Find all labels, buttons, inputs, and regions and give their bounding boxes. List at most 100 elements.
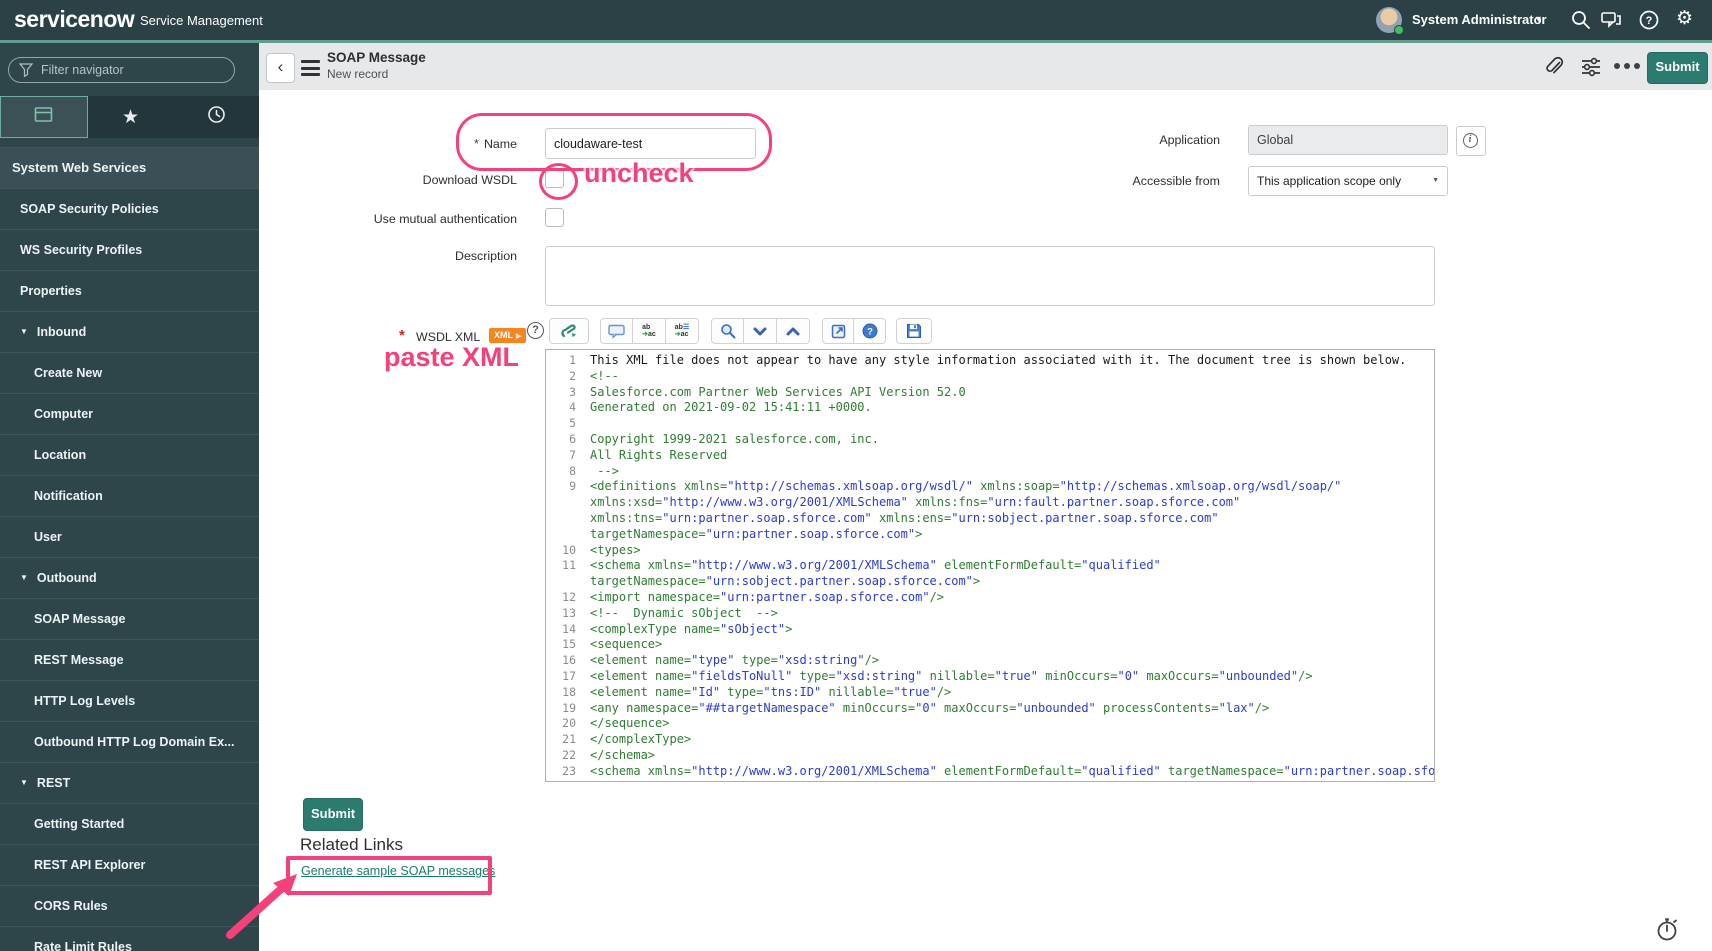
chat-icon[interactable] (1600, 9, 1622, 31)
sidebar-item-label: Outbound (36, 571, 97, 585)
stopwatch-icon[interactable] (1654, 916, 1680, 947)
line-number: 22 (562, 747, 576, 762)
generate-sample-soap-messages-link[interactable]: Generate sample SOAP messages (301, 864, 495, 878)
mutual-auth-checkbox[interactable] (545, 208, 564, 227)
presence-dot (1394, 25, 1404, 35)
line-number: 14 (562, 621, 576, 636)
code-line: 1 This XML file does not appear to have a… (546, 353, 1434, 369)
find-previous-icon[interactable] (777, 318, 810, 344)
find-next-icon[interactable] (744, 318, 777, 344)
code-line: 11 <schema xmlns="http://www.w3.org/2001/… (546, 558, 1434, 574)
help-icon[interactable]: ? (1638, 9, 1660, 31)
line-number: 11 (562, 558, 576, 573)
tab-all-applications[interactable] (0, 96, 88, 138)
code-line: 12 <import namespace="urn:partner.soap.sf… (546, 590, 1434, 606)
line-number: 18 (562, 684, 576, 699)
code-line: 6 Copyright 1999-2021 salesforce.com, inc… (546, 432, 1434, 448)
description-textarea[interactable] (545, 246, 1435, 306)
sidebar-item-ws-security-profiles[interactable]: WS Security Profiles (0, 230, 259, 271)
sidebar-item-inbound[interactable]: ▼ Inbound (0, 312, 259, 353)
code-line: targetNamespace="urn:partner.soap.sforce… (546, 527, 1434, 543)
application-info-button[interactable]: i (1456, 126, 1486, 156)
submit-button-footer[interactable]: Submit (303, 798, 363, 831)
sidebar-item-getting-started[interactable]: Getting Started (0, 804, 259, 845)
code-line: 8 --> (546, 464, 1434, 480)
replace-all-button[interactable]: ab☰ ➔ac (666, 318, 699, 344)
sidebar-item-rest-message[interactable]: REST Message (0, 640, 259, 681)
play-icon: ▶ (516, 333, 522, 340)
download-wsdl-label: Download WSDL (422, 173, 517, 187)
annotation-uncheck-text: uncheck (584, 158, 694, 188)
code-lines: 1 This XML file does not appear to have a… (546, 353, 1434, 780)
line-number: 3 (569, 384, 576, 399)
replace-button[interactable]: ab ➔ac (633, 318, 666, 344)
line-number: 16 (562, 653, 576, 668)
code-line: 3 Salesforce.com Partner Web Services API… (546, 385, 1434, 401)
search-button[interactable] (711, 318, 744, 344)
xml-type-badge: XML ▶ (489, 328, 527, 343)
open-in-window-icon[interactable] (822, 318, 854, 344)
submit-button-header[interactable]: Submit (1647, 52, 1708, 84)
sidebar-item-notification[interactable]: Notification (0, 476, 259, 517)
help-blue-icon[interactable]: ? (854, 318, 886, 344)
sidebar-item-create-new[interactable]: Create New (0, 353, 259, 394)
sidebar-item-properties[interactable]: Properties (0, 271, 259, 312)
line-number: 5 (569, 416, 576, 431)
info-icon: i (1462, 132, 1478, 148)
toggle-comment-button[interactable] (600, 318, 633, 344)
sidebar-item-label: Create New (34, 366, 103, 380)
user-menu[interactable]: System Administrator (1412, 12, 1547, 27)
code-line: 13 <!-- Dynamic sObject --> (546, 606, 1434, 622)
sidebar-item-label: Rate Limit Rules (34, 940, 132, 951)
format-code-button[interactable] (549, 318, 589, 344)
sidebar-item-location[interactable]: Location (0, 435, 259, 476)
gear-icon[interactable]: ⚙ (1676, 7, 1698, 29)
section-collapse-icon[interactable]: ▼ (20, 573, 28, 582)
wsdl-xml-editor[interactable]: 1 This XML file does not appear to have a… (545, 349, 1435, 782)
code-line: 20 </sequence> (546, 716, 1434, 732)
sidebar-item-label: CORS Rules (34, 899, 108, 913)
sidebar-item-computer[interactable]: Computer (0, 394, 259, 435)
tab-history[interactable] (173, 96, 259, 138)
product-name: Service Management (140, 13, 263, 28)
sidebar-item-soap-security-policies[interactable]: SOAP Security Policies (0, 189, 259, 230)
name-input[interactable] (545, 128, 756, 159)
record-subtitle: New record (327, 67, 389, 81)
sidebar-menu: System Web Services SOAP Security Policie… (0, 147, 259, 951)
code-line: 15 <sequence> (546, 637, 1434, 653)
sidebar-item-rest[interactable]: ▼ REST (0, 763, 259, 804)
sidebar-item-soap-message[interactable]: SOAP Message (0, 599, 259, 640)
sidebar-item-label: REST API Explorer (34, 858, 146, 872)
context-menu-icon[interactable] (301, 60, 320, 80)
sidebar-item-user[interactable]: User (0, 517, 259, 558)
editor-help-icon[interactable]: ? (527, 322, 544, 339)
code-line: 16 <element name="type" type="xsd:string"… (546, 653, 1434, 669)
accessible-from-select[interactable]: This application scope only ▼ (1248, 166, 1448, 196)
section-collapse-icon[interactable]: ▼ (20, 327, 28, 336)
save-icon[interactable] (896, 318, 932, 344)
sidebar-item-label: WS Security Profiles (20, 243, 143, 257)
code-line: 21 </complexType> (546, 732, 1434, 748)
sidebar-item-outbound[interactable]: ▼ Outbound (0, 558, 259, 599)
line-number: 1 (569, 353, 576, 367)
code-line: 4 Generated on 2021-09-02 15:41:11 +0000. (546, 400, 1434, 416)
record-title: SOAP Message (327, 50, 426, 65)
section-collapse-icon[interactable]: ▼ (20, 778, 28, 787)
personalize-form-icon[interactable] (1580, 57, 1602, 79)
line-number: 9 (569, 479, 576, 494)
download-wsdl-checkbox[interactable] (545, 169, 564, 188)
back-button[interactable]: ‹ (266, 53, 295, 83)
sidebar-item-label: User (34, 530, 62, 544)
chevron-down-icon[interactable]: ▾ (1536, 14, 1541, 25)
search-icon[interactable] (1570, 9, 1592, 31)
attachment-icon[interactable] (1543, 56, 1565, 78)
code-line: xmlns:tns="urn:partner.soap.sforce.com" … (546, 511, 1434, 527)
line-number (546, 495, 582, 511)
line-number: 12 (562, 589, 576, 604)
sidebar-item-http-log-levels[interactable]: HTTP Log Levels (0, 681, 259, 722)
filter-navigator-input[interactable] (8, 57, 235, 83)
tab-favorites[interactable]: ★ (88, 96, 174, 138)
sidebar-tabs: ★ (0, 96, 259, 138)
more-options-icon[interactable] (1614, 63, 1648, 69)
sidebar-item-outbound-http-log-domain-ex[interactable]: Outbound HTTP Log Domain Ex... (0, 722, 259, 763)
